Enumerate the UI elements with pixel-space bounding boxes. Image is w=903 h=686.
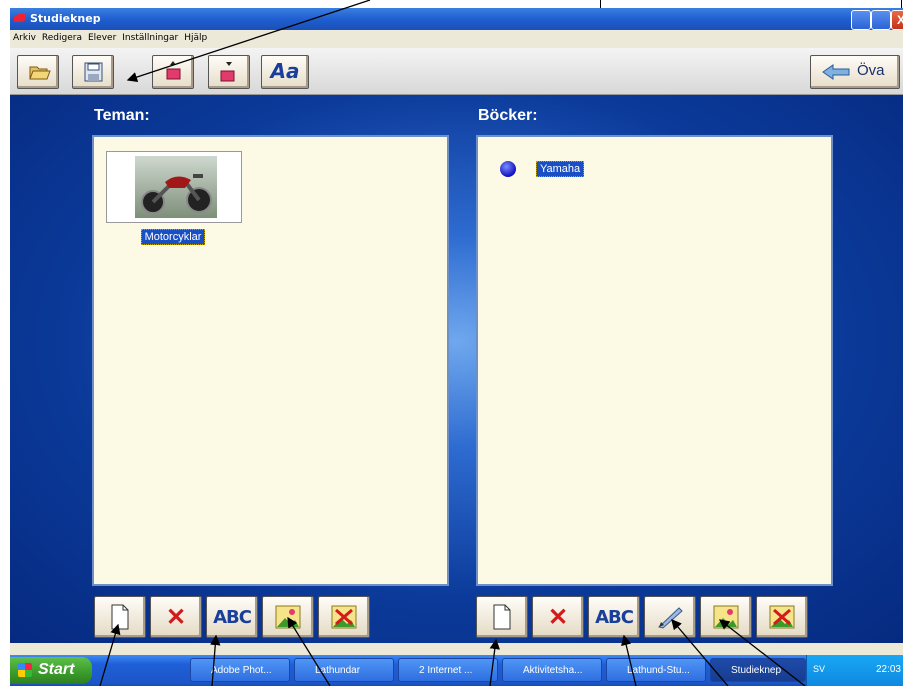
save-button[interactable] [72, 55, 114, 89]
move-down-icon [220, 62, 235, 82]
spell-theme-button[interactable]: ABC [206, 596, 258, 638]
text-size-label: Aa [270, 59, 300, 83]
remove-picture-icon [769, 605, 795, 629]
app-icon [14, 14, 26, 22]
minimize-button[interactable] [851, 10, 871, 30]
spell-book-button[interactable]: ABC [588, 596, 640, 638]
task-lathundar[interactable]: Lathundar [294, 658, 394, 682]
menu-elever[interactable]: Elever [85, 30, 119, 43]
book-item[interactable]: Yamaha [500, 159, 585, 177]
remove-picture-icon [331, 605, 357, 629]
start-button[interactable]: Start [10, 657, 92, 684]
delete-theme-button[interactable]: ✕ [150, 596, 202, 638]
theme-thumbnail[interactable] [106, 151, 242, 223]
new-page-icon [111, 604, 129, 630]
themes-heading: Teman: [94, 107, 150, 124]
menu-redigera[interactable]: Redigera [39, 30, 85, 43]
arrow-left-icon [822, 64, 850, 80]
theme-item[interactable]: Motorcyklar [106, 151, 242, 245]
remove-picture-theme-button[interactable] [318, 596, 370, 638]
spell-label: ABC [213, 606, 252, 628]
open-button[interactable] [17, 55, 59, 89]
task-photoshop[interactable]: Adobe Phot... [190, 658, 290, 682]
toolbar: Aa Öva [10, 48, 903, 95]
practice-button[interactable]: Öva [810, 55, 900, 89]
books-panel[interactable]: Yamaha [476, 135, 833, 586]
language-indicator[interactable]: SV [813, 664, 825, 674]
status-bar [10, 643, 903, 655]
edit-book-button[interactable] [644, 596, 696, 638]
system-tray: SV 22:03 [806, 655, 903, 686]
main-area: Teman: Böcker: Motorcyklar Yamaha ✕ ABC … [10, 95, 903, 643]
delete-icon: ✕ [547, 603, 569, 631]
theme-label[interactable]: Motorcyklar [140, 229, 206, 245]
add-picture-theme-button[interactable] [262, 596, 314, 638]
new-page-icon [493, 604, 511, 630]
windows-logo-icon [18, 663, 32, 677]
start-label: Start [38, 661, 75, 678]
spell-label: ABC [595, 606, 634, 628]
book-bullet-icon [500, 161, 516, 177]
picture-icon [713, 605, 739, 629]
task-lathund-stu[interactable]: Lathund-Stu... [606, 658, 706, 682]
themes-panel[interactable]: Motorcyklar [92, 135, 449, 586]
menu-bar: Arkiv Redigera Elever Inställningar Hjälp [10, 30, 903, 48]
remove-picture-book-button[interactable] [756, 596, 808, 638]
move-down-button[interactable] [208, 55, 250, 89]
books-heading: Böcker: [478, 107, 538, 124]
task-internet[interactable]: 2 Internet ... [398, 658, 498, 682]
menu-arkiv[interactable]: Arkiv [10, 30, 39, 43]
delete-book-button[interactable]: ✕ [532, 596, 584, 638]
move-up-icon [166, 61, 181, 80]
add-picture-book-button[interactable] [700, 596, 752, 638]
menu-hjalp[interactable]: Hjälp [181, 30, 210, 43]
folder-open-icon [29, 66, 51, 80]
window-title: Studieknep [30, 12, 101, 25]
close-button[interactable]: X [891, 10, 903, 30]
motorcycle-image [135, 156, 217, 218]
save-icon [84, 62, 103, 82]
new-theme-button[interactable] [94, 596, 146, 638]
book-label[interactable]: Yamaha [536, 161, 585, 177]
text-size-button[interactable]: Aa [261, 55, 309, 89]
clock: 22:03 [875, 664, 901, 675]
new-book-button[interactable] [476, 596, 528, 638]
title-bar: Studieknep X [10, 8, 903, 30]
picture-icon [275, 605, 301, 629]
maximize-button[interactable] [871, 10, 891, 30]
taskbar: Start Adobe Phot... Lathundar 2 Internet… [10, 655, 903, 686]
task-studieknep[interactable]: Studieknep [710, 658, 806, 682]
practice-label: Öva [857, 62, 885, 79]
delete-icon: ✕ [165, 603, 187, 631]
move-up-button[interactable] [152, 55, 194, 89]
pen-icon [657, 607, 683, 629]
menu-installningar[interactable]: Inställningar [119, 30, 181, 43]
task-aktivitetshanteraren[interactable]: Aktivitetsha... [502, 658, 602, 682]
